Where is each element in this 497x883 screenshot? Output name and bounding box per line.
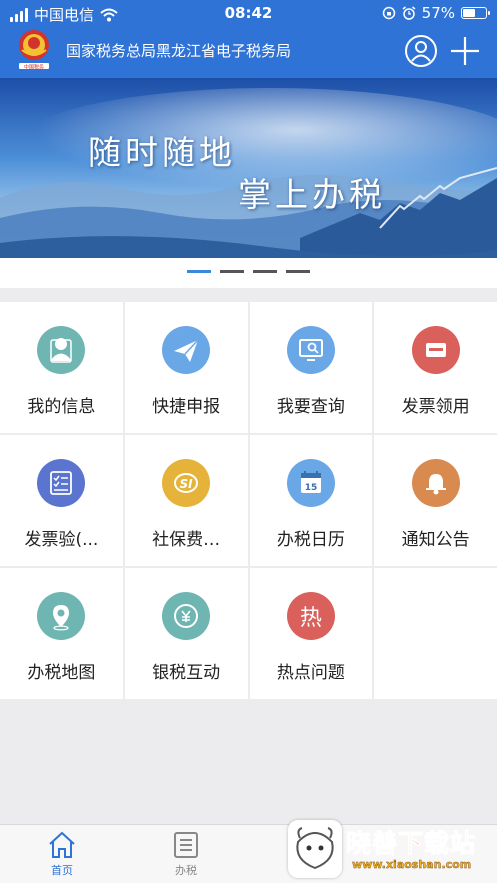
map-pin-icon [37, 592, 86, 640]
grid-item-label: 通知公告 [401, 530, 470, 550]
banner-slogan-1: 随时随地 [88, 133, 236, 172]
watermark-logo [288, 820, 342, 878]
grid-item-label: 发票验(... [24, 530, 99, 550]
grid-item-label: 办税日历 [276, 530, 345, 550]
carousel-dot[interactable] [253, 270, 277, 273]
icon-glyph: 热 [299, 606, 322, 631]
svg-text:SI: SI [180, 477, 194, 491]
grid-item-label: 发票领用 [401, 397, 470, 417]
calendar-icon: 15 [286, 459, 335, 507]
watermark-title: 晓善下载站 [345, 829, 477, 859]
search-monitor-icon [286, 326, 335, 374]
grid-item-si[interactable]: SI 社保费… [124, 435, 248, 566]
function-grid: 我的信息 快捷申报 我要查询 发票领用 发票验(... SI 社保费… 15 办税日历 通知公告办… [0, 302, 497, 699]
watermark-url: www.xiaoshan.com [352, 858, 472, 871]
grid-item-label: 我要查询 [276, 397, 345, 417]
home-icon [49, 831, 75, 858]
banner-slogan-2: 掌上办税 [238, 175, 386, 214]
tax-emblem-logo: 中国税务 [19, 30, 49, 71]
paper-plane-icon [162, 326, 211, 374]
rotation-lock-icon [382, 6, 395, 20]
tab-home[interactable]: 首页 [22, 831, 102, 878]
grid-item-hot[interactable]: 热热点问题 [249, 568, 373, 699]
grid-item-calendar[interactable]: 15 办税日历 [249, 435, 373, 566]
grid-item-label: 银税互动 [152, 663, 221, 683]
grid-item-label: 我的信息 [27, 397, 96, 417]
grid-item-ticket[interactable]: 发票领用 [374, 302, 497, 433]
list-icon [174, 832, 198, 858]
tab-label: 首页 [51, 864, 73, 877]
banner-carousel[interactable]: 随时随地 掌上办税 [0, 78, 497, 258]
top-band: 中国电信 08:42 57% 中国税务 国家税务总局黑龙江省电子税务局 [0, 0, 497, 78]
battery-percent: 57% [421, 4, 455, 22]
carousel-dot[interactable] [220, 270, 244, 273]
grid-item-bell[interactable]: 通知公告 [374, 435, 497, 566]
alarm-icon [402, 6, 416, 20]
carousel-dot[interactable] [286, 270, 310, 273]
hot-icon: 热 [286, 592, 335, 640]
grid-item-checklist[interactable]: 发票验(... [0, 435, 123, 566]
svg-text:15: 15 [305, 483, 318, 493]
svg-text:中国税务: 中国税务 [24, 64, 44, 71]
carousel-indicator [0, 258, 497, 288]
grid-item-person[interactable]: 我的信息 [0, 302, 123, 433]
grid-item-map-pin[interactable]: 办税地图 [0, 568, 123, 699]
grid-item-yen-exchange[interactable]: 银税互动 [124, 568, 248, 699]
tab-tax[interactable]: 办税 [146, 831, 226, 878]
add-button[interactable] [448, 34, 482, 68]
battery-icon [461, 7, 490, 19]
user-profile-button[interactable] [404, 34, 438, 68]
carousel-dot[interactable] [187, 270, 211, 273]
grid-item-search-monitor[interactable]: 我要查询 [249, 302, 373, 433]
watermark: 晓善下载站 www.xiaoshan.com [282, 816, 497, 883]
status-bar: 中国电信 08:42 57% [0, 0, 497, 26]
ticket-icon [411, 326, 460, 374]
si-icon: SI [162, 459, 211, 507]
person-icon [37, 326, 86, 374]
header: 中国税务 国家税务总局黑龙江省电子税务局 [0, 26, 497, 78]
status-right: 57% [382, 4, 490, 22]
grid-item-label: 热点问题 [276, 663, 345, 683]
grid-item-label: 社保费… [152, 530, 221, 550]
grid-empty-cell [374, 568, 497, 699]
yen-exchange-icon [162, 592, 211, 640]
checklist-icon [37, 459, 86, 507]
grid-item-label: 快捷申报 [152, 397, 221, 417]
grid-item-label: 办税地图 [27, 663, 96, 683]
header-title: 国家税务总局黑龙江省电子税务局 [66, 42, 292, 60]
grid-item-paper-plane[interactable]: 快捷申报 [124, 302, 248, 433]
tab-label: 办税 [175, 864, 197, 877]
bell-icon [411, 459, 460, 507]
